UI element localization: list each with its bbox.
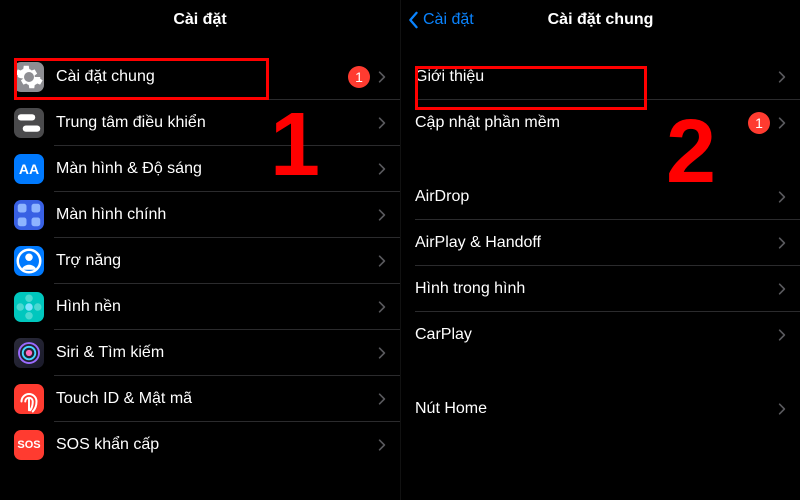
chevron-right-icon	[778, 282, 786, 296]
sos-icon: SOS	[14, 430, 44, 460]
wallpaper-icon	[14, 292, 44, 322]
chevron-right-icon	[778, 70, 786, 84]
chevron-right-icon	[378, 70, 386, 84]
settings-general-screen: Cài đặt Cài đặt chung Giới thiệu Cập nhật…	[400, 0, 800, 500]
row-label: Màn hình & Độ sáng	[56, 160, 378, 178]
chevron-right-icon	[378, 208, 386, 222]
display-icon: AA	[14, 154, 44, 184]
general-icon	[14, 62, 44, 92]
chevron-right-icon	[778, 116, 786, 130]
settings-row-pip[interactable]: Hình trong hình	[401, 266, 800, 312]
header-title: Cài đặt chung	[548, 11, 654, 29]
notification-badge: 1	[748, 112, 770, 134]
row-label: Trung tâm điều khiển	[56, 114, 378, 132]
touchid-icon	[14, 384, 44, 414]
chevron-right-icon	[778, 402, 786, 416]
row-label: Màn hình chính	[56, 206, 378, 224]
settings-row-wallpaper[interactable]: Hình nền	[0, 284, 400, 330]
header: Cài đặt Cài đặt chung	[401, 0, 800, 40]
settings-list: Cài đặt chung1 Trung tâm điều khiển AA Màn …	[0, 40, 400, 468]
settings-group: AirDrop AirPlay & Handoff Hình trong hình C…	[401, 174, 800, 358]
back-label: Cài đặt	[423, 11, 474, 29]
back-button[interactable]: Cài đặt	[407, 0, 474, 40]
row-label: Cài đặt chung	[56, 68, 348, 86]
row-label: Cập nhật phần mềm	[415, 114, 748, 132]
general-list: Giới thiệu Cập nhật phần mềm1 AirDrop AirPl…	[401, 40, 800, 432]
settings-row-about[interactable]: Giới thiệu	[401, 54, 800, 100]
settings-group: Giới thiệu Cập nhật phần mềm1	[401, 54, 800, 146]
header: Cài đặt	[0, 0, 400, 40]
chevron-right-icon	[778, 328, 786, 342]
row-label: Siri & Tìm kiếm	[56, 344, 378, 362]
settings-row-carplay[interactable]: CarPlay	[401, 312, 800, 358]
row-label: CarPlay	[415, 326, 778, 344]
row-label: Giới thiệu	[415, 68, 778, 86]
chevron-right-icon	[378, 254, 386, 268]
settings-row-home[interactable]: Màn hình chính	[0, 192, 400, 238]
settings-row-display[interactable]: AA Màn hình & Độ sáng	[0, 146, 400, 192]
chevron-right-icon	[378, 346, 386, 360]
settings-group: Nút Home	[401, 386, 800, 432]
settings-row-access[interactable]: Trợ năng	[0, 238, 400, 284]
settings-root-screen: Cài đặt Cài đặt chung1 Trung tâm điều khi…	[0, 0, 400, 500]
chevron-left-icon	[407, 11, 419, 29]
settings-row-siri[interactable]: Siri & Tìm kiếm	[0, 330, 400, 376]
settings-row-general[interactable]: Cài đặt chung1	[0, 54, 400, 100]
settings-row-homebtn[interactable]: Nút Home	[401, 386, 800, 432]
chevron-right-icon	[378, 116, 386, 130]
chevron-right-icon	[378, 300, 386, 314]
settings-row-sos[interactable]: SOS SOS khẩn cấp	[0, 422, 400, 468]
chevron-right-icon	[378, 392, 386, 406]
row-label: Nút Home	[415, 400, 778, 418]
siri-icon	[14, 338, 44, 368]
row-label: AirPlay & Handoff	[415, 234, 778, 252]
row-label: Hình trong hình	[415, 280, 778, 298]
chevron-right-icon	[378, 438, 386, 452]
row-label: Trợ năng	[56, 252, 378, 270]
settings-row-touchid[interactable]: Touch ID & Mật mã	[0, 376, 400, 422]
settings-row-control[interactable]: Trung tâm điều khiển	[0, 100, 400, 146]
row-label: Hình nền	[56, 298, 378, 316]
chevron-right-icon	[378, 162, 386, 176]
chevron-right-icon	[778, 236, 786, 250]
home-icon	[14, 200, 44, 230]
settings-row-update[interactable]: Cập nhật phần mềm1	[401, 100, 800, 146]
row-label: AirDrop	[415, 188, 778, 206]
settings-row-airplay[interactable]: AirPlay & Handoff	[401, 220, 800, 266]
settings-row-airdrop[interactable]: AirDrop	[401, 174, 800, 220]
notification-badge: 1	[348, 66, 370, 88]
control-icon	[14, 108, 44, 138]
row-label: Touch ID & Mật mã	[56, 390, 378, 408]
chevron-right-icon	[778, 190, 786, 204]
row-label: SOS khẩn cấp	[56, 436, 378, 454]
access-icon	[14, 246, 44, 276]
header-title: Cài đặt	[173, 11, 226, 29]
